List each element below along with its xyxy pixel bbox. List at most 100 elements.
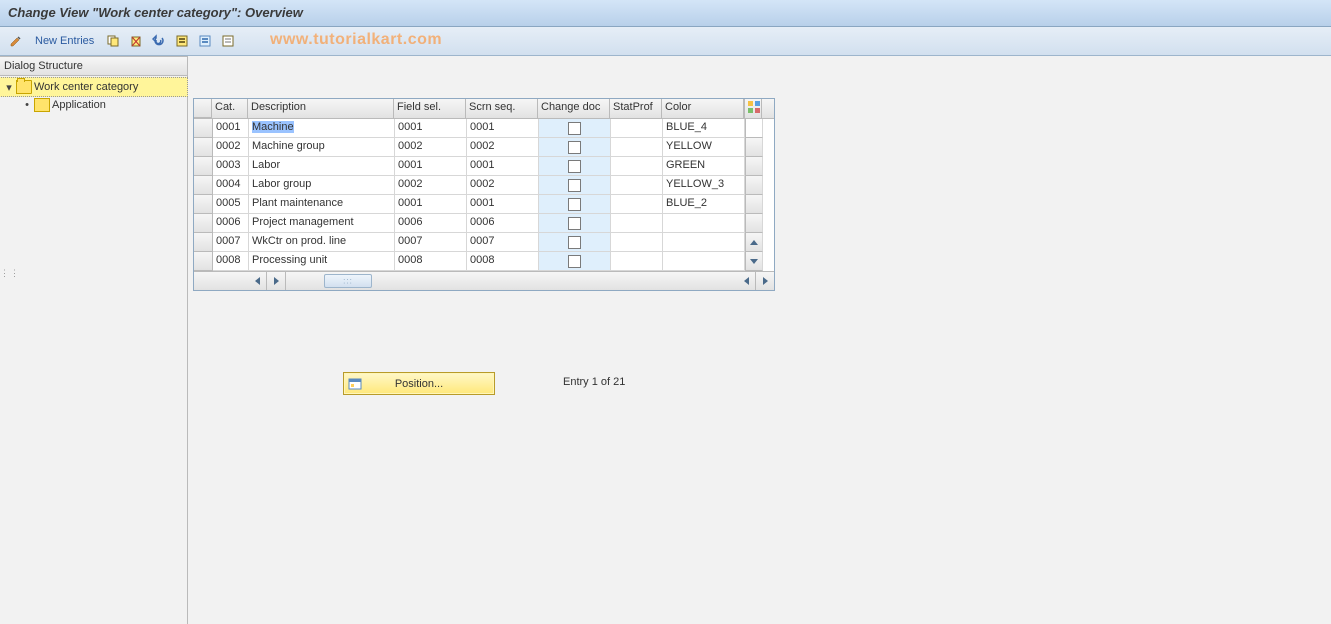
checkbox[interactable] <box>568 198 581 211</box>
tree-node-application[interactable]: • Application <box>0 96 187 114</box>
cell-change-doc[interactable] <box>539 138 611 157</box>
scroll-right-button[interactable] <box>267 272 286 290</box>
checkbox[interactable] <box>568 255 581 268</box>
checkbox[interactable] <box>568 236 581 249</box>
cell-field-sel[interactable]: 0001 <box>395 195 467 214</box>
tree-expand-icon[interactable]: ▾ <box>4 81 14 94</box>
scroll-right-end-button[interactable] <box>756 272 774 290</box>
cell-field-sel[interactable]: 0002 <box>395 138 467 157</box>
grid-header-description[interactable]: Description <box>248 99 394 118</box>
scroll-thumb[interactable] <box>324 274 372 288</box>
checkbox[interactable] <box>568 160 581 173</box>
grid-configure-icon[interactable] <box>744 99 762 118</box>
table-row[interactable]: 0001Machine00010001BLUE_4 <box>194 119 774 138</box>
cell-description[interactable]: Machine <box>249 119 395 138</box>
cell-description[interactable]: Plant maintenance <box>249 195 395 214</box>
cell-description[interactable]: Labor <box>249 157 395 176</box>
cell-color[interactable] <box>663 252 745 271</box>
row-selector[interactable] <box>194 233 213 252</box>
table-row[interactable]: 0002Machine group00020002YELLOW <box>194 138 774 157</box>
cell-color[interactable] <box>663 233 745 252</box>
row-selector[interactable] <box>194 138 213 157</box>
grid-header-field-sel[interactable]: Field sel. <box>394 99 466 118</box>
grid-header-change-doc[interactable]: Change doc <box>538 99 610 118</box>
table-row[interactable]: 0006Project management00060006 <box>194 214 774 233</box>
copy-as-icon[interactable] <box>103 31 123 51</box>
cell-change-doc[interactable] <box>539 157 611 176</box>
toggle-display-change-icon[interactable] <box>6 31 26 51</box>
cell-scrn-seq[interactable]: 0002 <box>467 138 539 157</box>
cell-color[interactable]: GREEN <box>663 157 745 176</box>
cell-description[interactable]: WkCtr on prod. line <box>249 233 395 252</box>
table-row[interactable]: 0007WkCtr on prod. line00070007 <box>194 233 774 252</box>
cell-scrn-seq[interactable]: 0006 <box>467 214 539 233</box>
cell-description[interactable]: Machine group <box>249 138 395 157</box>
cell-field-sel[interactable]: 0006 <box>395 214 467 233</box>
cell-field-sel[interactable]: 0001 <box>395 157 467 176</box>
checkbox[interactable] <box>568 217 581 230</box>
cell-statprof[interactable] <box>611 119 663 138</box>
cell-scrn-seq[interactable]: 0002 <box>467 176 539 195</box>
cell-scrn-seq[interactable]: 0001 <box>467 157 539 176</box>
row-selector[interactable] <box>194 195 213 214</box>
table-row[interactable]: 0004Labor group00020002YELLOW_3 <box>194 176 774 195</box>
cell-description[interactable]: Processing unit <box>249 252 395 271</box>
cell-cat[interactable]: 0005 <box>213 195 249 214</box>
cell-cat[interactable]: 0006 <box>213 214 249 233</box>
cell-field-sel[interactable]: 0007 <box>395 233 467 252</box>
cell-change-doc[interactable] <box>539 195 611 214</box>
cell-cat[interactable]: 0001 <box>213 119 249 138</box>
cell-color[interactable] <box>663 214 745 233</box>
cell-field-sel[interactable]: 0002 <box>395 176 467 195</box>
table-row[interactable]: 0008Processing unit00080008 <box>194 252 774 271</box>
cell-color[interactable]: YELLOW <box>663 138 745 157</box>
cell-cat[interactable]: 0002 <box>213 138 249 157</box>
deselect-all-icon[interactable] <box>218 31 238 51</box>
cell-change-doc[interactable] <box>539 176 611 195</box>
row-selector[interactable] <box>194 214 213 233</box>
cell-field-sel[interactable]: 0008 <box>395 252 467 271</box>
grid-header-cat[interactable]: Cat. <box>212 99 248 118</box>
cell-cat[interactable]: 0004 <box>213 176 249 195</box>
cell-statprof[interactable] <box>611 214 663 233</box>
cell-change-doc[interactable] <box>539 252 611 271</box>
table-row[interactable]: 0003Labor00010001GREEN <box>194 157 774 176</box>
delete-icon[interactable] <box>126 31 146 51</box>
grid-header-selector[interactable] <box>194 99 212 118</box>
scroll-up-icon[interactable] <box>750 240 758 245</box>
cell-change-doc[interactable] <box>539 214 611 233</box>
scroll-left-end-button[interactable] <box>737 272 756 290</box>
grid-header-statprof[interactable]: StatProf <box>610 99 662 118</box>
cell-description[interactable]: Labor group <box>249 176 395 195</box>
tree-node-work-center-category[interactable]: ▾ Work center category <box>0 77 188 97</box>
cell-color[interactable]: YELLOW_3 <box>663 176 745 195</box>
table-row[interactable]: 0005Plant maintenance00010001BLUE_2 <box>194 195 774 214</box>
new-entries-button[interactable]: New Entries <box>29 35 100 47</box>
cell-statprof[interactable] <box>611 195 663 214</box>
cell-field-sel[interactable]: 0001 <box>395 119 467 138</box>
grid-header-scrn-seq[interactable]: Scrn seq. <box>466 99 538 118</box>
cell-description[interactable]: Project management <box>249 214 395 233</box>
position-button[interactable]: Position... <box>343 372 495 395</box>
splitter-handle[interactable]: ⋮⋮ <box>0 268 20 279</box>
cell-change-doc[interactable] <box>539 233 611 252</box>
checkbox[interactable] <box>568 141 581 154</box>
cell-statprof[interactable] <box>611 176 663 195</box>
vertical-scroll-cell[interactable] <box>745 233 763 252</box>
undo-change-icon[interactable] <box>149 31 169 51</box>
cell-statprof[interactable] <box>611 252 663 271</box>
row-selector[interactable] <box>194 119 213 138</box>
cell-cat[interactable]: 0008 <box>213 252 249 271</box>
cell-scrn-seq[interactable]: 0001 <box>467 195 539 214</box>
row-selector[interactable] <box>194 157 213 176</box>
cell-cat[interactable]: 0003 <box>213 157 249 176</box>
vertical-scroll-cell[interactable] <box>745 252 763 271</box>
checkbox[interactable] <box>568 122 581 135</box>
cell-color[interactable]: BLUE_4 <box>663 119 745 138</box>
scroll-track[interactable] <box>286 272 737 290</box>
row-selector[interactable] <box>194 252 213 271</box>
scroll-left-button[interactable] <box>248 272 267 290</box>
cell-statprof[interactable] <box>611 157 663 176</box>
grid-header-color[interactable]: Color <box>662 99 744 118</box>
scroll-down-icon[interactable] <box>750 259 758 264</box>
